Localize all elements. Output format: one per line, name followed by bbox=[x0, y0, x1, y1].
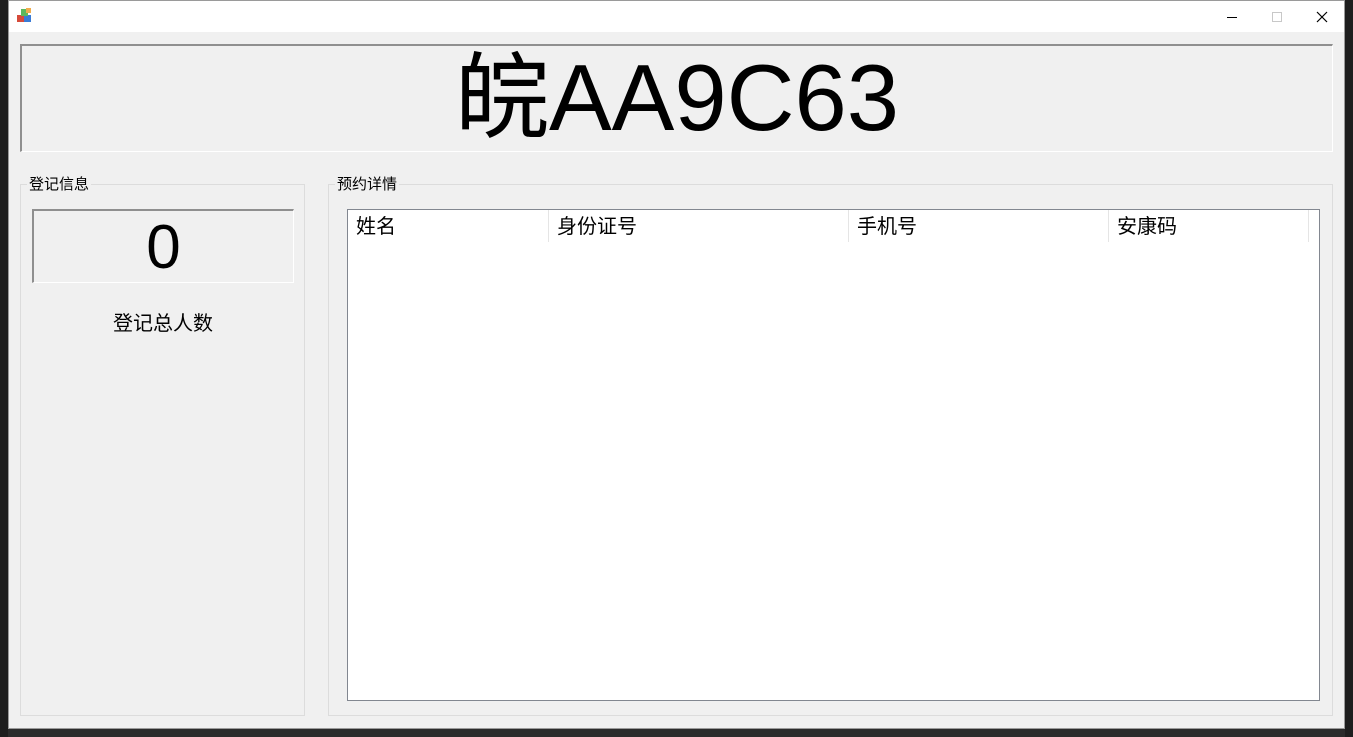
close-icon bbox=[1316, 11, 1327, 22]
title-bar[interactable] bbox=[9, 1, 1344, 32]
app-window: 皖AA9C63 登记信息 0 登记总人数 预约详情 姓名 身份证号 手机号 安康… bbox=[8, 0, 1345, 729]
plate-number-panel: 皖AA9C63 bbox=[20, 44, 1333, 152]
minimize-icon bbox=[1226, 16, 1237, 18]
table-header: 姓名 身份证号 手机号 安康码 bbox=[348, 210, 1319, 242]
desktop-background bbox=[0, 0, 8, 737]
close-button[interactable] bbox=[1299, 1, 1344, 32]
column-header-health-code[interactable]: 安康码 bbox=[1109, 210, 1309, 242]
table-body[interactable] bbox=[348, 242, 1319, 700]
column-header-phone[interactable]: 手机号 bbox=[849, 210, 1109, 242]
app-icon[interactable] bbox=[16, 7, 34, 25]
minimize-button[interactable] bbox=[1209, 1, 1254, 32]
registration-count-label: 登记总人数 bbox=[113, 311, 213, 335]
registration-group-title: 登记信息 bbox=[27, 175, 92, 193]
reservations-group-title: 预约详情 bbox=[335, 175, 400, 193]
column-header-id-number[interactable]: 身份证号 bbox=[549, 210, 849, 242]
registration-count-panel: 0 bbox=[32, 209, 294, 283]
plate-number: 皖AA9C63 bbox=[454, 45, 900, 150]
maximize-button[interactable] bbox=[1254, 1, 1299, 32]
reservations-table[interactable]: 姓名 身份证号 手机号 安康码 bbox=[347, 209, 1320, 701]
registration-count: 0 bbox=[146, 213, 181, 282]
desktop-background-right bbox=[1345, 0, 1353, 737]
maximize-icon bbox=[1271, 11, 1282, 22]
column-header-name[interactable]: 姓名 bbox=[348, 210, 549, 242]
